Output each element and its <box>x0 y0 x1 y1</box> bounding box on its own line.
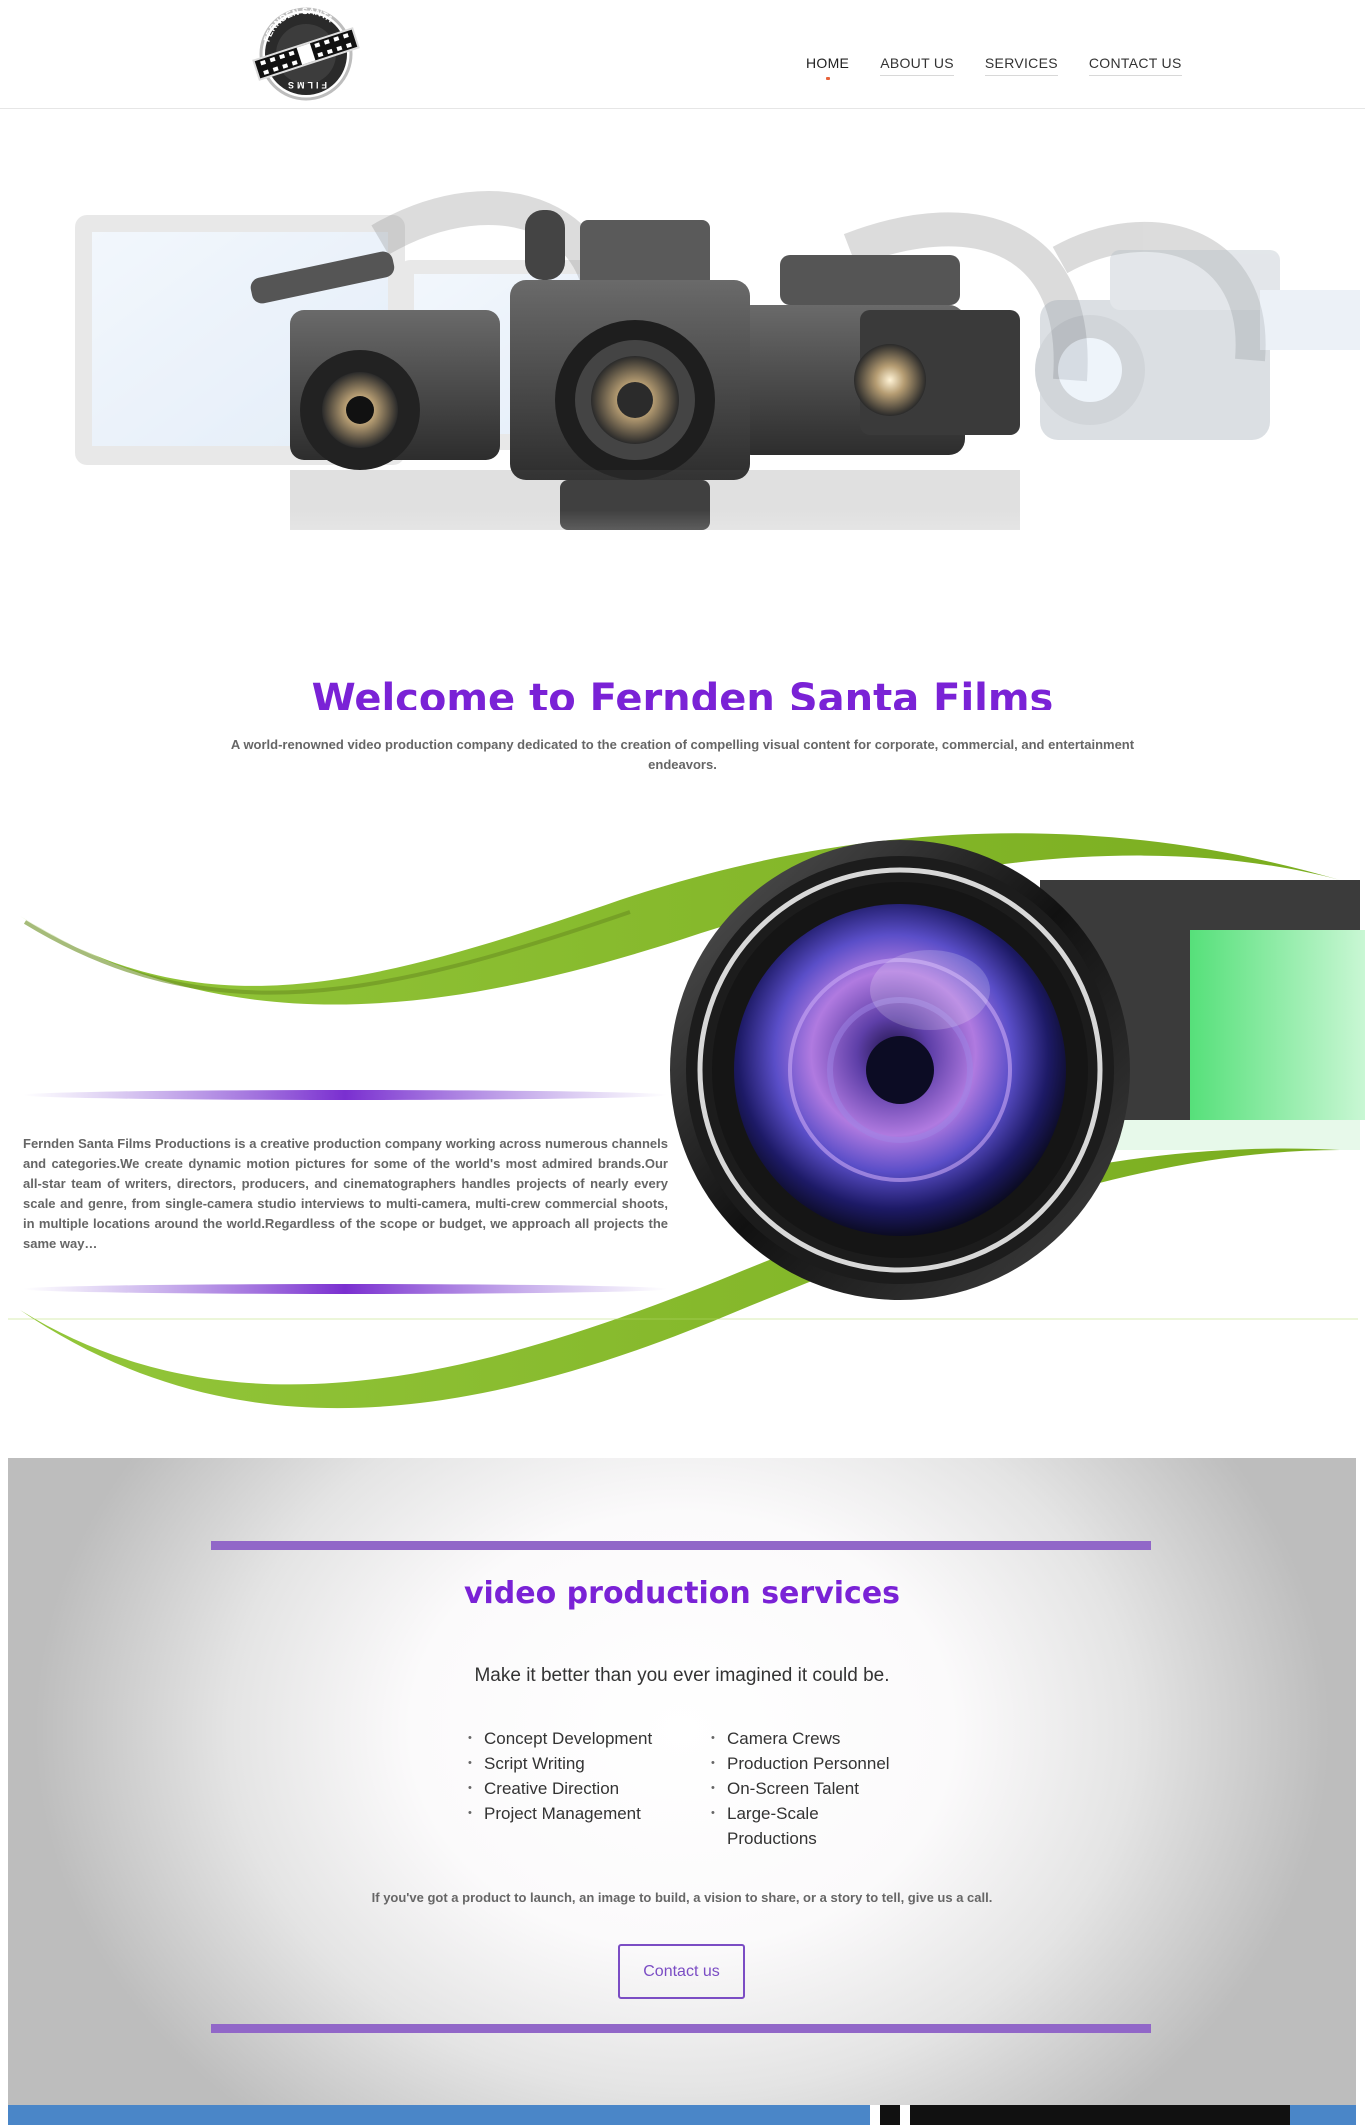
logo-text-bottom: FILMS <box>285 80 327 90</box>
main-nav: HOME ABOUT US SERVICES CONTACT US <box>806 55 1182 80</box>
list-item: On-Screen Talent <box>711 1776 911 1801</box>
list-item: Large-Scale Productions <box>711 1801 911 1851</box>
services-subtitle: Make it better than you ever imagined it… <box>474 1665 890 1686</box>
list-item: Concept Development <box>468 1726 698 1751</box>
list-item: Camera Crews <box>711 1726 911 1751</box>
welcome-tagline: A world-renowned video production compan… <box>230 737 1135 772</box>
services-bar-bottom <box>211 2024 1151 2033</box>
services-title: video production services <box>463 1576 901 1611</box>
services-call-to-action: If you've got a product to launch, an im… <box>371 1890 993 1905</box>
next-section-image <box>870 2105 1290 2125</box>
about-body: Fernden Santa Films Productions is a cre… <box>23 1136 668 1251</box>
nav-contact-us[interactable]: CONTACT US <box>1088 55 1182 76</box>
site-header: FERNDEN SANTA FILMS HOME ABOUT US SERVIC… <box>0 0 1365 109</box>
list-item: Script Writing <box>468 1751 698 1776</box>
list-item: Project Management <box>468 1801 698 1826</box>
logo[interactable]: FERNDEN SANTA FILMS <box>250 6 362 102</box>
services-section: video production services Make it better… <box>8 1458 1356 2105</box>
purple-divider-bottom <box>23 1284 667 1294</box>
nav-about-us[interactable]: ABOUT US <box>880 55 954 76</box>
nav-services[interactable]: SERVICES <box>984 55 1058 76</box>
camera-lens <box>670 840 1130 1300</box>
contact-us-button[interactable]: Contact us <box>618 1944 745 1999</box>
services-bar-top <box>211 1541 1151 1550</box>
list-item: Creative Direction <box>468 1776 698 1801</box>
purple-divider-top <box>23 1090 667 1100</box>
welcome-title: Welcome to Fernden Santa Films <box>311 676 1054 710</box>
hero-cameras-image <box>0 191 1365 640</box>
nav-home[interactable]: HOME <box>806 55 849 80</box>
services-list-right: Camera Crews Production Personnel On-Scr… <box>711 1726 911 1851</box>
welcome-title-wrap: Welcome to Fernden Santa Films <box>0 670 1365 710</box>
services-list-left: Concept Development Script Writing Creat… <box>468 1726 698 1826</box>
list-item: Production Personnel <box>711 1751 911 1776</box>
